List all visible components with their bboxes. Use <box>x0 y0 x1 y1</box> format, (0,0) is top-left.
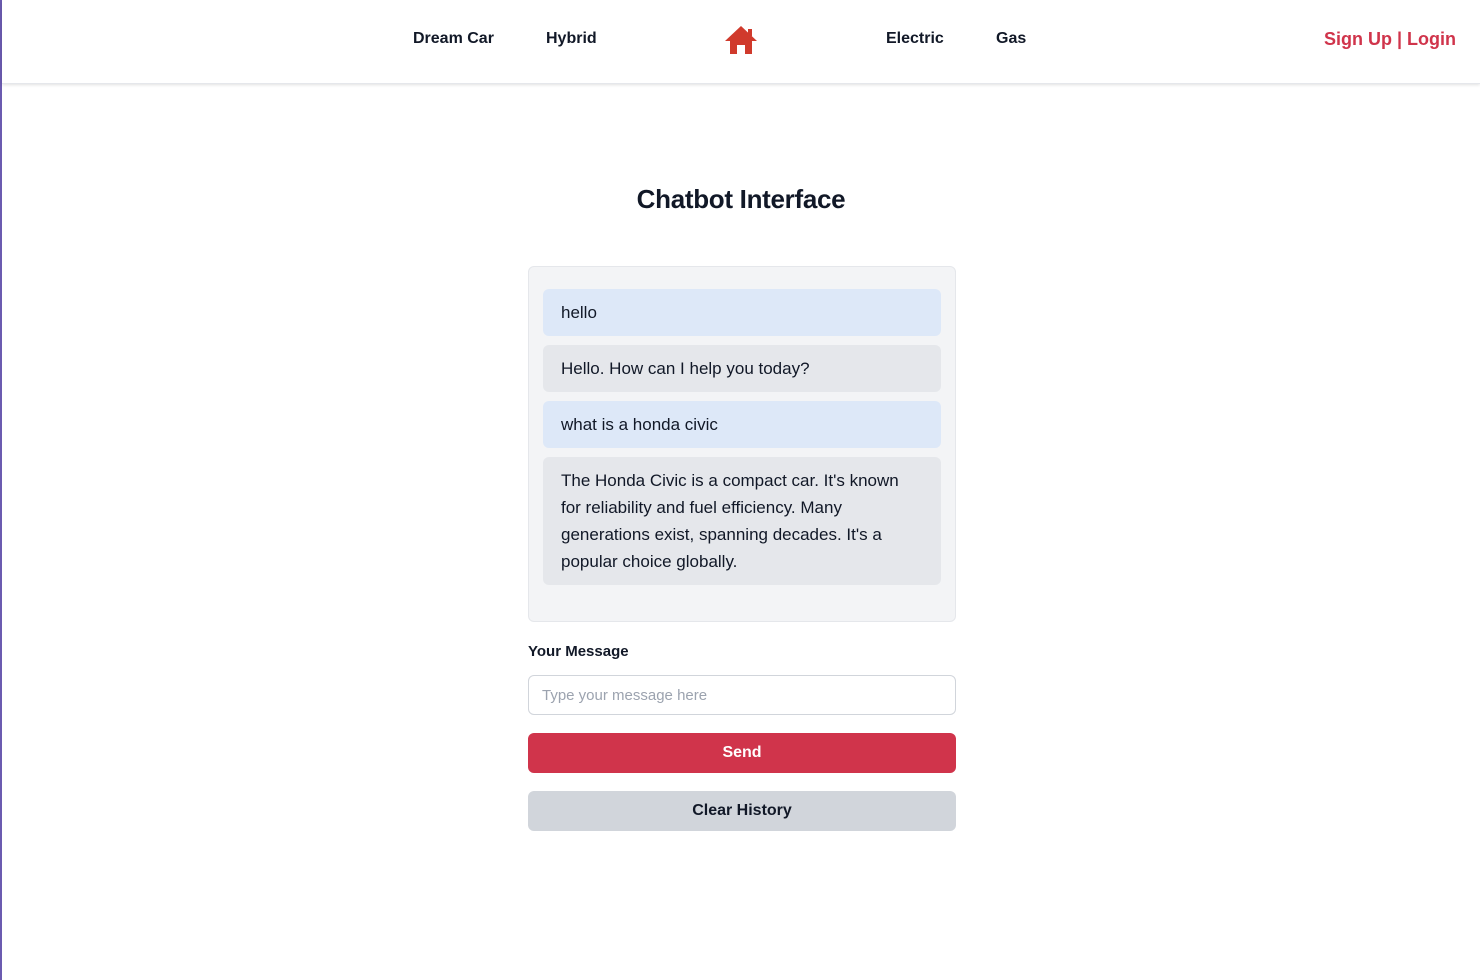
top-navbar: Dream Car Hybrid Electric Gas Sign Up | … <box>2 0 1480 84</box>
clear-history-button[interactable]: Clear History <box>528 791 956 831</box>
chat-history[interactable]: hello Hello. How can I help you today? w… <box>528 266 956 622</box>
auth-links: Sign Up | Login <box>1324 29 1456 50</box>
nav-link-hybrid[interactable]: Hybrid <box>546 30 597 48</box>
page-title: Chatbot Interface <box>636 184 846 214</box>
nav-link-electric[interactable]: Electric <box>886 30 944 48</box>
login-link[interactable]: Login <box>1407 29 1456 49</box>
signup-link[interactable]: Sign Up <box>1324 29 1392 49</box>
bot-message: Hello. How can I help you today? <box>543 345 941 392</box>
user-message: hello <box>543 289 941 336</box>
send-button[interactable]: Send <box>528 733 956 773</box>
message-input[interactable] <box>528 675 956 715</box>
nav-link-dream-car[interactable]: Dream Car <box>413 30 494 48</box>
home-icon[interactable] <box>724 25 758 55</box>
auth-separator: | <box>1391 29 1408 49</box>
bot-message: The Honda Civic is a compact car. It's k… <box>543 457 941 585</box>
message-label: Your Message <box>528 643 629 660</box>
user-message: what is a honda civic <box>543 401 941 448</box>
nav-link-gas[interactable]: Gas <box>996 30 1026 48</box>
